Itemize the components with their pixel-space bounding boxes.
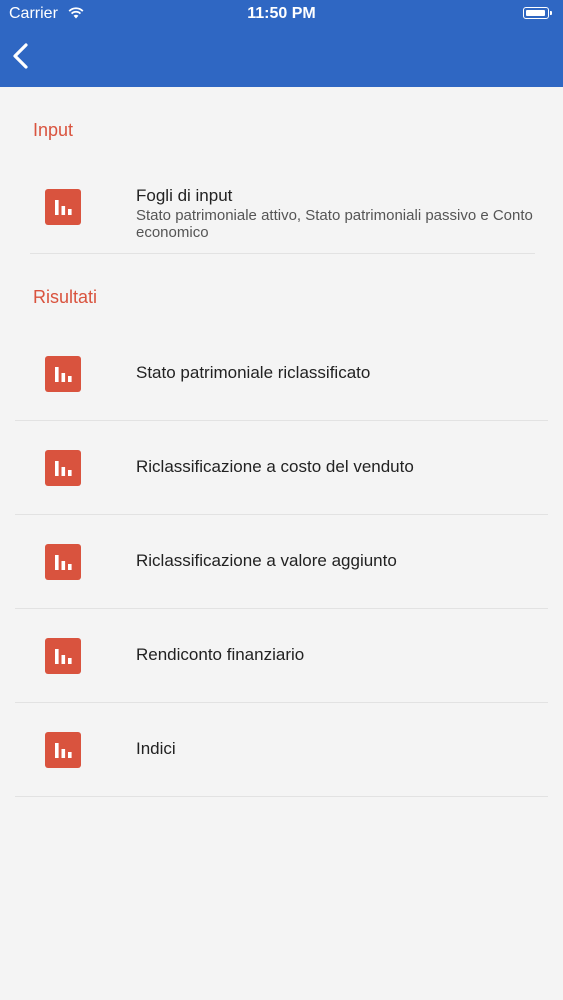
- list-item-valore-aggiunto[interactable]: Riclassificazione a valore aggiunto: [15, 515, 548, 609]
- bar-chart-icon: [45, 638, 81, 674]
- list-item-stato-patrimoniale[interactable]: Stato patrimoniale riclassificato: [15, 327, 548, 421]
- navigation-bar: Carrier 11:50 PM: [0, 0, 563, 87]
- clock: 11:50 PM: [247, 5, 316, 22]
- list-item-indici[interactable]: Indici: [15, 703, 548, 797]
- section-title-input: Input: [33, 120, 74, 140]
- chevron-left-icon: [13, 43, 28, 69]
- battery-icon: [523, 7, 552, 19]
- back-button[interactable]: [6, 38, 38, 74]
- list-item-label: Stato patrimoniale riclassificato: [136, 363, 371, 382]
- list-item-label: Indici: [136, 739, 176, 758]
- list-item-subtitle: Stato patrimoniale attivo, Stato patrimo…: [136, 207, 533, 241]
- bar-chart-icon: [45, 544, 81, 580]
- list-item-label: Rendiconto finanziario: [136, 645, 305, 664]
- list-item-rendiconto-finanziario[interactable]: Rendiconto finanziario: [15, 609, 548, 703]
- list-item-fogli-di-input[interactable]: Fogli di input Stato patrimoniale attivo…: [30, 160, 535, 254]
- bar-chart-icon: [45, 189, 81, 225]
- section-title-risultati: Risultati: [33, 287, 98, 307]
- bar-chart-icon: [45, 450, 81, 486]
- bar-chart-icon: [45, 356, 81, 392]
- list-item-label: Riclassificazione a costo del venduto: [136, 457, 414, 476]
- status-bar: Carrier 11:50 PM: [0, 0, 563, 30]
- list-item-label: Fogli di input: [136, 186, 233, 205]
- bar-chart-icon: [45, 732, 81, 768]
- list-item-costo-del-venduto[interactable]: Riclassificazione a costo del venduto: [15, 421, 548, 515]
- list-item-label: Riclassificazione a valore aggiunto: [136, 551, 397, 570]
